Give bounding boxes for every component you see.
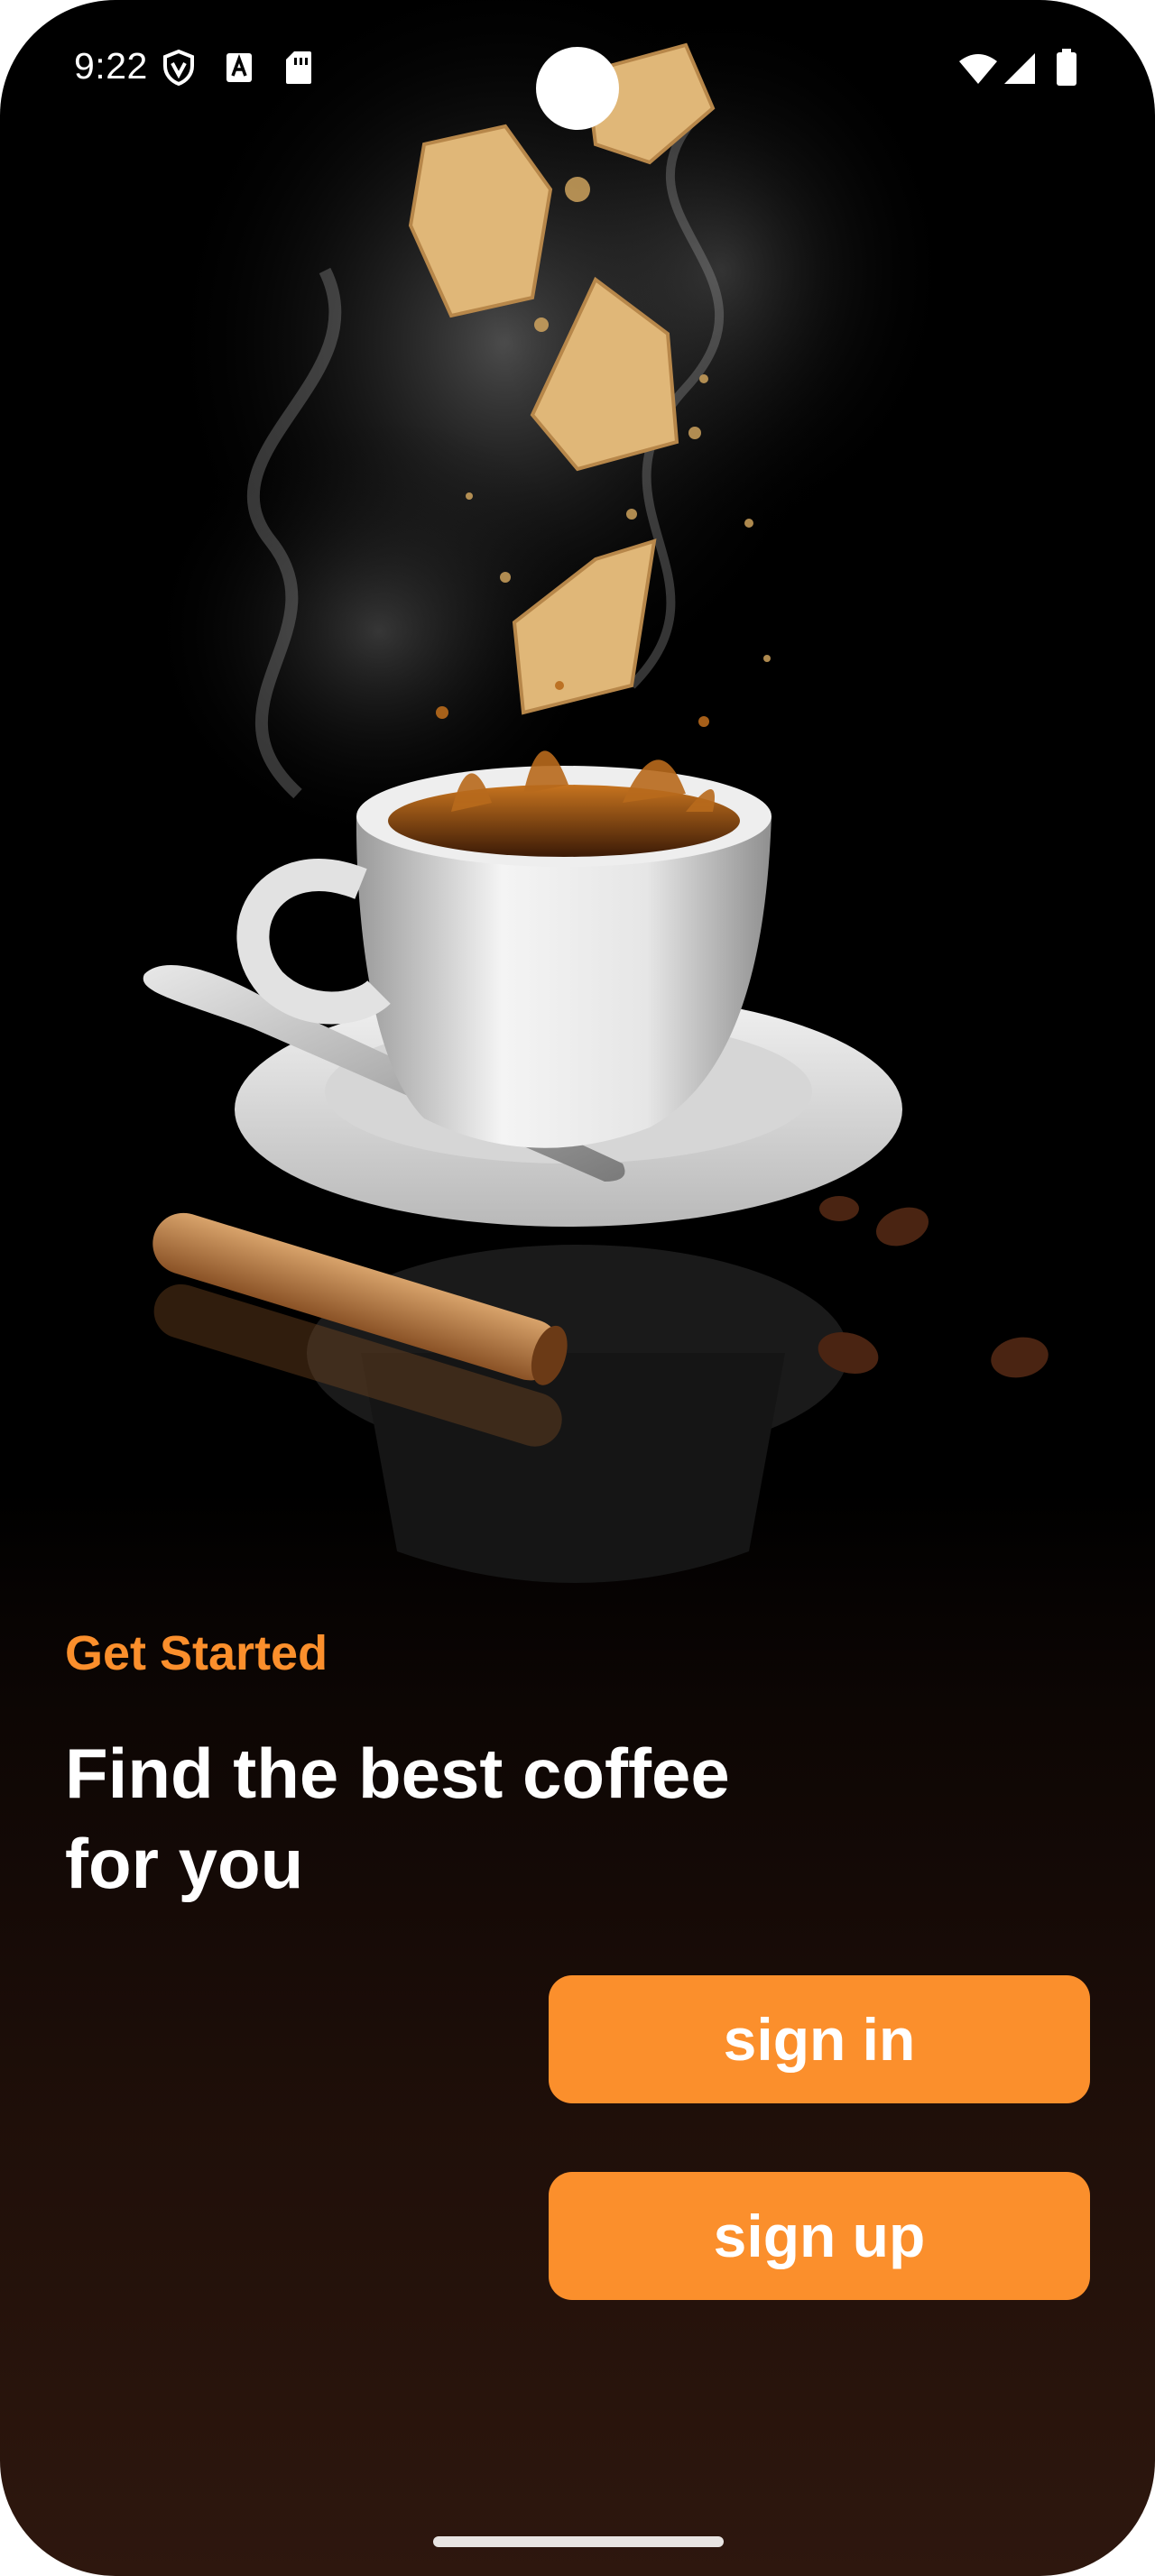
sign-in-button[interactable]: sign in bbox=[549, 1975, 1090, 2103]
status-time: 9:22 bbox=[74, 45, 148, 87]
hero-image bbox=[143, 0, 1049, 1583]
vpn-shield-icon bbox=[163, 50, 194, 86]
keyboard-a-icon bbox=[226, 53, 252, 82]
app-screen: 9:22 Get Started Find the best coffee fo… bbox=[0, 0, 1155, 2576]
battery-icon bbox=[1057, 49, 1076, 86]
sign-up-button[interactable]: sign up bbox=[549, 2172, 1090, 2300]
headline-line-2: for you bbox=[65, 1824, 304, 1903]
camera-cutout bbox=[536, 47, 619, 130]
headline-line-1: Find the best coffee bbox=[65, 1734, 730, 1813]
headline: Find the best coffee for you bbox=[65, 1728, 877, 1909]
home-indicator[interactable] bbox=[433, 2536, 724, 2547]
sim-card-icon bbox=[286, 51, 311, 84]
get-started-label: Get Started bbox=[65, 1626, 328, 1680]
cellular-signal-icon bbox=[1004, 53, 1035, 84]
wifi-icon bbox=[959, 54, 997, 84]
